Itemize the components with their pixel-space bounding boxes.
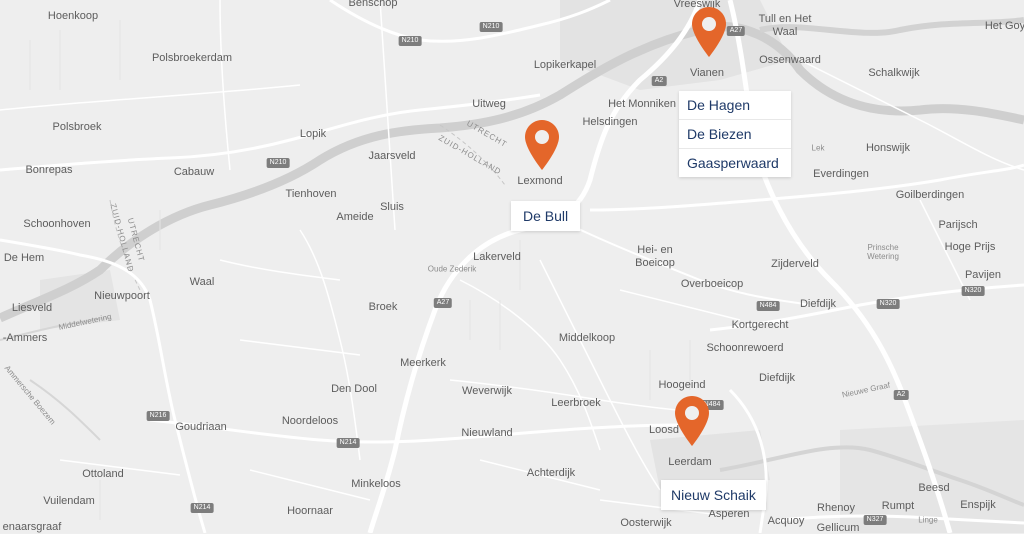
project-link-nieuw-schaik[interactable]: Nieuw Schaik [661, 480, 766, 510]
place-label: Oosterwijk [620, 517, 672, 529]
place-label: enaarsgraaf [2, 521, 62, 533]
place-label: Diefdijk [799, 298, 837, 310]
project-link-de-biezen[interactable]: De Biezen [679, 119, 791, 148]
road-shield: N320 [876, 299, 900, 309]
place-label: Kortgerecht [731, 319, 789, 331]
map-marker-pin-vianen[interactable] [691, 6, 727, 58]
marker-callout-vianen: De Hagen De Biezen Gaasperwaard [679, 91, 791, 177]
place-label: Goilberdingen [895, 189, 965, 201]
place-label: Hoogeind [658, 379, 706, 391]
place-label: Helsdingen [582, 116, 638, 128]
place-label: Het Goy [984, 20, 1024, 32]
water-label: Linge [918, 515, 938, 525]
place-label: Het Monniken [608, 98, 676, 110]
place-label: Waal [189, 276, 215, 288]
place-label: Parijsch [938, 219, 978, 231]
place-label: Overboeicop [680, 278, 744, 290]
place-label: Lopik [299, 128, 327, 140]
road-shield: N484 [756, 301, 780, 311]
place-label: Hoge Prijs [944, 241, 996, 253]
location-pin-icon [675, 396, 709, 446]
place-label: Polsbroek [52, 121, 102, 133]
place-label: Diefdijk [758, 372, 796, 384]
place-label: Acquoy [767, 515, 805, 527]
road-shield: A27 [726, 26, 746, 36]
place-label: Weverwijk [462, 385, 512, 397]
place-label: Noordeloos [281, 415, 339, 427]
road-shield: N210 [479, 22, 503, 32]
place-label: Hoenkoop [47, 10, 99, 22]
water-label: Prinsche Wetering [867, 243, 899, 261]
water-label: Lek [811, 143, 825, 153]
road-shield: N214 [336, 438, 360, 448]
map-marker-pin-leerdam[interactable] [674, 395, 710, 447]
place-label: Ottoland [82, 468, 124, 480]
place-label: Pavijen [964, 269, 1002, 281]
place-label: Vianen [689, 67, 725, 79]
place-label: Schoonrewoerd [706, 342, 784, 354]
place-label: Schalkwijk [868, 67, 920, 79]
map-marker-pin-lexmond[interactable] [524, 119, 560, 171]
marker-callout-leerdam: Nieuw Schaik [661, 480, 766, 510]
road-shield: N327 [863, 515, 887, 525]
place-label: Leerbroek [551, 397, 601, 409]
place-label: Achterdijk [526, 467, 576, 479]
road-shield: N214 [190, 503, 214, 513]
place-label: Beesd [918, 482, 950, 494]
place-label: Sluis [380, 201, 404, 213]
place-label: Honswijk [865, 142, 911, 154]
place-label: Ameide [336, 211, 374, 223]
place-label: Rhenoy [817, 502, 855, 514]
place-label: Minkeloos [351, 478, 401, 490]
place-label: Jaarsveld [368, 150, 416, 162]
place-label: Lexmond [517, 175, 563, 187]
place-label: Hoornaar [287, 505, 333, 517]
road-shield: A2 [651, 76, 667, 86]
road-shield: A2 [893, 390, 909, 400]
place-label: Goudriaan [175, 421, 227, 433]
place-label: Lakerveld [473, 251, 521, 263]
marker-callout-lexmond: De Bull [511, 201, 581, 231]
place-label: Gellicum [816, 522, 860, 534]
place-label: Liesveld [11, 302, 53, 314]
project-link-de-hagen[interactable]: De Hagen [679, 91, 791, 119]
place-label: Bonrepas [25, 164, 73, 176]
place-label: Hei- en Boeicop [635, 244, 675, 269]
road-shield: N210 [398, 36, 422, 46]
place-label: Middelkoop [558, 332, 616, 344]
place-label: Ossenwaard [759, 54, 821, 66]
place-label: Den Dool [331, 383, 377, 395]
place-label: Lopikerkapel [533, 59, 597, 71]
place-label: Leerdam [668, 456, 712, 468]
place-label: Everdingen [813, 168, 869, 180]
place-label: Meerkerk [400, 357, 446, 369]
place-label: Uitweg [472, 98, 506, 110]
place-label: Benschop [348, 0, 398, 9]
road-shield: N320 [961, 286, 985, 296]
place-label: -Ammers [2, 332, 48, 344]
road-shield: N210 [266, 158, 290, 168]
place-label: Nieuwpoort [94, 290, 150, 302]
water-label: Oude Zederik [427, 264, 477, 274]
location-pin-icon [525, 120, 559, 170]
place-label: Tienhoven [285, 188, 337, 200]
project-link-gaasperwaard[interactable]: Gaasperwaard [679, 148, 791, 177]
place-label: Tull en Het Waal [758, 13, 812, 38]
road-shield: A27 [433, 298, 453, 308]
place-label: Rumpt [881, 500, 915, 512]
place-label: Broek [368, 301, 398, 313]
project-link-de-bull[interactable]: De Bull [511, 201, 580, 231]
place-label: Nieuwland [461, 427, 513, 439]
place-label: Vuilendam [43, 495, 95, 507]
map-background[interactable] [0, 0, 1024, 533]
place-label: Cabauw [173, 166, 215, 178]
place-label: De Hem [3, 252, 45, 264]
place-label: Schoonhoven [23, 218, 91, 230]
place-label: Enspijk [960, 499, 996, 511]
place-label: Polsbroekerdam [151, 52, 233, 64]
location-pin-icon [692, 7, 726, 57]
road-shield: N216 [146, 411, 170, 421]
place-label: Zijderveld [771, 258, 819, 270]
